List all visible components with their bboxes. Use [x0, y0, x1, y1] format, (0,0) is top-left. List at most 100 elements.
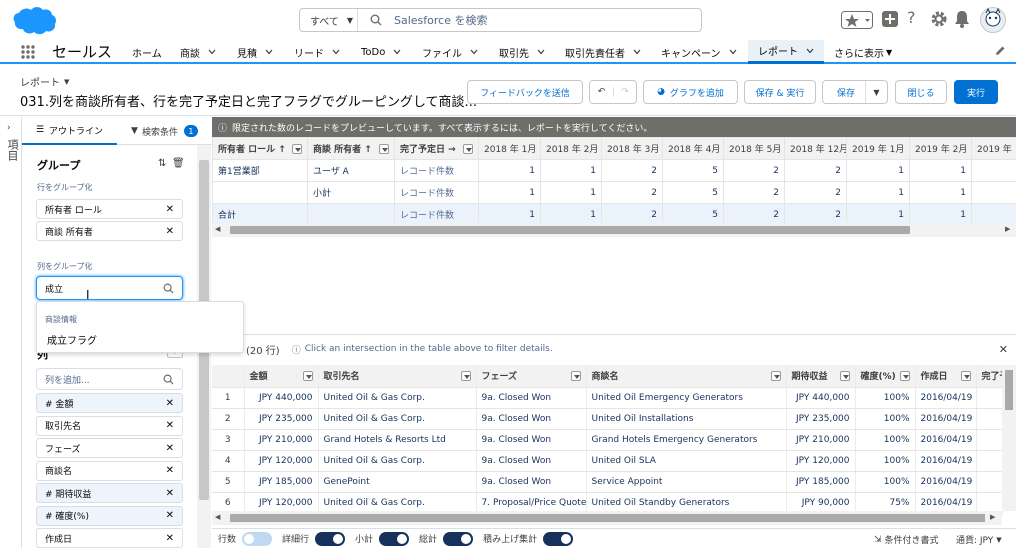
- chevron-down-icon[interactable]: [806, 48, 814, 54]
- close-icon[interactable]: ✕: [166, 443, 174, 454]
- detail-cell[interactable]: JPY 440,000: [244, 387, 319, 409]
- detail-vertical-scrollbar[interactable]: [1002, 365, 1016, 511]
- add-column-input[interactable]: 列を追加...: [36, 368, 183, 390]
- detail-cell[interactable]: 4: [212, 450, 245, 472]
- nav-tab[interactable]: 取引先責任者: [565, 40, 641, 64]
- nav-tab[interactable]: 商談: [180, 40, 216, 64]
- favorites-button[interactable]: [841, 10, 873, 30]
- detail-cell[interactable]: JPY 120,000: [786, 450, 856, 472]
- detail-cell[interactable]: United Oil & Gas Corp.: [318, 492, 477, 514]
- conditional-format-button[interactable]: ⇲ 条件付き書式: [874, 533, 939, 547]
- close-button[interactable]: 閉じる: [895, 80, 947, 104]
- nav-tab[interactable]: キャンペーン: [661, 40, 737, 64]
- detail-column-header[interactable]: 取引先名: [318, 365, 477, 388]
- chevron-down-icon[interactable]: [633, 49, 641, 55]
- detail-cell[interactable]: 5: [212, 471, 245, 493]
- detail-cell[interactable]: 9a. Closed Won: [476, 429, 587, 451]
- detail-cell[interactable]: 6: [212, 492, 245, 514]
- toggle-switch[interactable]: [242, 531, 273, 546]
- edit-nav-button[interactable]: [994, 45, 1006, 57]
- detail-cell[interactable]: 2016/04/19: [915, 408, 977, 430]
- nav-tab[interactable]: 取引先: [499, 40, 545, 64]
- search-scope-dropdown[interactable]: すべて ▼: [300, 9, 358, 31]
- section-divider[interactable]: [212, 334, 1016, 335]
- scroll-left-icon[interactable]: ◀: [215, 225, 220, 233]
- detail-cell[interactable]: United Oil & Gas Corp.: [318, 450, 477, 472]
- detail-cell[interactable]: JPY 235,000: [786, 408, 856, 430]
- summary-column-header[interactable]: 2018 年 2月: [540, 137, 602, 160]
- nav-tab[interactable]: ToDo: [361, 40, 401, 64]
- detail-column-header[interactable]: 確度(%): [855, 365, 916, 388]
- feedback-button[interactable]: フィードバックを送信: [467, 80, 583, 104]
- detail-cell[interactable]: 100%: [855, 387, 916, 409]
- column-menu-icon[interactable]: [770, 371, 781, 382]
- summary-column-header[interactable]: 2019 年 1月: [846, 137, 910, 160]
- summary-column-header[interactable]: 商談 所有者 ↑: [307, 137, 395, 160]
- summary-column-header[interactable]: 所有者 ロール ↑: [212, 137, 308, 160]
- column-menu-icon[interactable]: [839, 371, 850, 382]
- summary-value-cell[interactable]: 1: [909, 181, 972, 204]
- help-icon[interactable]: ?: [907, 8, 927, 28]
- detail-cell[interactable]: 7. Proposal/Price Quote: [476, 492, 587, 514]
- detail-cell[interactable]: 100%: [855, 450, 916, 472]
- redo-icon[interactable]: ↷: [612, 87, 636, 97]
- detail-cell[interactable]: 9a. Closed Won: [476, 408, 587, 430]
- column-menu-icon[interactable]: [302, 371, 313, 382]
- salesforce-logo-icon[interactable]: [12, 5, 58, 35]
- close-icon[interactable]: ✕: [166, 488, 174, 499]
- summary-value-cell[interactable]: 1: [909, 159, 972, 182]
- detail-cell[interactable]: 100%: [855, 408, 916, 430]
- add-chart-button[interactable]: ◕ グラフを追加: [643, 80, 738, 104]
- detail-cell[interactable]: 2016/04/19: [915, 429, 977, 451]
- chevron-down-icon[interactable]: [537, 49, 545, 55]
- save-run-button[interactable]: 保存 & 実行: [744, 80, 816, 104]
- detail-column-header[interactable]: フェーズ: [476, 365, 587, 388]
- user-avatar[interactable]: [980, 7, 1006, 33]
- chevron-down-icon[interactable]: [393, 49, 401, 55]
- column-menu-icon[interactable]: [292, 144, 302, 154]
- nav-tab[interactable]: リード: [294, 40, 340, 64]
- chevron-down-icon[interactable]: [265, 49, 273, 55]
- detail-cell[interactable]: United Oil Emergency Generators: [586, 387, 787, 409]
- close-icon[interactable]: ✕: [999, 343, 1008, 356]
- detail-cell[interactable]: JPY 120,000: [244, 492, 319, 514]
- summary-value-cell[interactable]: 2: [723, 181, 785, 204]
- close-icon[interactable]: ✕: [166, 465, 174, 476]
- column-menu-icon[interactable]: [899, 371, 910, 382]
- tab-outline[interactable]: ☰ アウトライン: [22, 117, 117, 145]
- detail-cell[interactable]: 2016/04/19: [915, 450, 977, 472]
- detail-cell[interactable]: 9a. Closed Won: [476, 450, 587, 472]
- summary-value-cell[interactable]: 2: [601, 159, 663, 182]
- group-row-pill[interactable]: 商談 所有者 ✕: [36, 221, 183, 241]
- nav-tab-reports[interactable]: レポート: [748, 40, 824, 64]
- dropdown-option-won-flag[interactable]: 成立フラグ: [47, 332, 97, 347]
- detail-column-header[interactable]: 完了予: [976, 365, 1003, 388]
- detail-cell[interactable]: 9a. Closed Won: [476, 387, 587, 409]
- chevron-down-icon[interactable]: [208, 49, 216, 55]
- app-launcher-icon[interactable]: [20, 44, 36, 60]
- scroll-right-icon[interactable]: ▶: [990, 513, 995, 521]
- detail-scrollbar-thumb[interactable]: [230, 514, 985, 522]
- close-icon[interactable]: ✕: [166, 533, 174, 544]
- scroll-right-icon[interactable]: ▶: [1005, 225, 1010, 233]
- column-menu-icon[interactable]: [379, 144, 389, 154]
- toggle-switch[interactable]: [443, 531, 474, 546]
- summary-column-header[interactable]: 2019 年 2月: [909, 137, 972, 160]
- save-button[interactable]: 保存 ▼: [822, 80, 888, 104]
- nav-tab[interactable]: 見積: [237, 40, 273, 64]
- detail-cell[interactable]: JPY 210,000: [786, 429, 856, 451]
- chevron-down-icon[interactable]: [470, 49, 478, 55]
- detail-cell[interactable]: United Oil Standby Generators: [586, 492, 787, 514]
- close-icon[interactable]: ✕: [166, 398, 174, 409]
- save-menu-chevron-icon[interactable]: ▼: [865, 81, 887, 103]
- nav-tab[interactable]: ファイル: [422, 40, 478, 64]
- summary-value-cell[interactable]: 1: [478, 181, 541, 204]
- detail-cell[interactable]: JPY 210,000: [244, 429, 319, 451]
- close-icon[interactable]: ✕: [166, 226, 174, 237]
- column-pill[interactable]: 取引先名 ✕: [36, 415, 183, 436]
- detail-cell[interactable]: United Oil & Gas Corp.: [318, 387, 477, 409]
- detail-cell[interactable]: 2016/04/19: [915, 492, 977, 514]
- breadcrumb[interactable]: レポート ▼: [20, 74, 69, 90]
- close-icon[interactable]: ✕: [166, 510, 174, 521]
- summary-owner-cell[interactable]: 小計: [307, 181, 395, 204]
